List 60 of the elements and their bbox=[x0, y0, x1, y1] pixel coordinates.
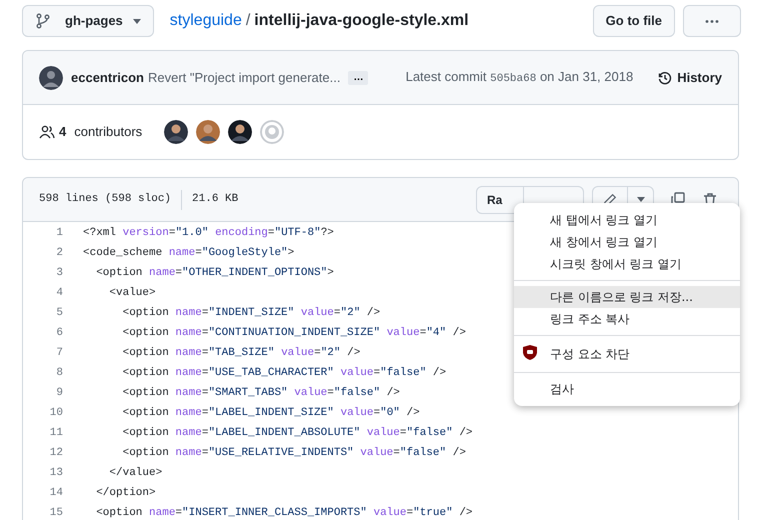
line-number: 6 bbox=[55, 326, 64, 341]
latest-commit-text: Latest commit 505ba68 on Jan 31, 2018 bbox=[406, 68, 634, 88]
code-line: <code_scheme name="GoogleStyle"> bbox=[83, 247, 294, 259]
branch-button[interactable]: gh-pages bbox=[22, 5, 154, 37]
file-size: 21.6 KB bbox=[192, 192, 238, 208]
code-line: <option name="OTHER_INDENT_OPTIONS"> bbox=[95, 267, 334, 279]
code-line: <?xml version="1.0" encoding="UTF-8"?> bbox=[83, 227, 334, 239]
line-number: 8 bbox=[55, 366, 64, 381]
author-avatar[interactable] bbox=[39, 66, 63, 90]
code-line: <option name="INDENT_SIZE" value="2" /> bbox=[122, 307, 380, 319]
contributor-avatar[interactable] bbox=[196, 120, 220, 144]
line-number: 5 bbox=[55, 306, 64, 321]
contributor-avatar[interactable] bbox=[164, 120, 188, 144]
code-line: <option name="USE_RELATIVE_INDENTS" value="false" /> bbox=[122, 447, 466, 459]
code-line: <value> bbox=[108, 287, 156, 299]
line-number: 13 bbox=[48, 466, 64, 481]
line-number: 12 bbox=[48, 446, 64, 461]
code-line: <option name="LABEL_INDENT_ABSOLUTE" value="false" /> bbox=[122, 427, 473, 439]
line-number: 10 bbox=[48, 406, 64, 421]
author-link[interactable]: eccentricon bbox=[71, 68, 144, 88]
caret-icon bbox=[132, 18, 141, 24]
code-line: </value> bbox=[108, 467, 162, 479]
menu-item[interactable]: 구성 요소 차단 bbox=[514, 341, 740, 367]
expand-message-button[interactable]: … bbox=[348, 70, 368, 84]
history-icon bbox=[657, 70, 674, 86]
code-line: <option name="SMART_TABS" value="false" /> bbox=[122, 387, 400, 399]
repo-link[interactable]: styleguide bbox=[170, 9, 242, 33]
line-number: 1 bbox=[55, 226, 64, 241]
line-number: 3 bbox=[55, 266, 64, 281]
menu-item[interactable]: 새 창에서 링크 열기 bbox=[514, 231, 740, 253]
line-number: 2 bbox=[55, 246, 64, 261]
code-line: <option name="INSERT_INNER_CLASS_IMPORTS" value="true" /> bbox=[95, 507, 473, 519]
people-icon bbox=[39, 124, 55, 140]
menu-item[interactable]: 링크 주소 복사 bbox=[514, 308, 740, 330]
line-count: 598 lines (598 sloc) bbox=[39, 192, 172, 208]
menu-item[interactable]: 다른 이름으로 링크 저장... bbox=[514, 286, 740, 308]
file-name: intellij-java-google-style.xml bbox=[254, 11, 469, 31]
raw-button[interactable]: Ra bbox=[476, 186, 524, 214]
line-number: 14 bbox=[48, 486, 64, 501]
menu-item[interactable]: 시크릿 창에서 링크 열기 bbox=[514, 253, 740, 275]
code-line: <option name="CONTINUATION_INDENT_SIZE" value="4" /> bbox=[122, 327, 466, 339]
code-line: <option name="LABEL_INDENT_SIZE" value="0" /> bbox=[122, 407, 420, 419]
line-number: 11 bbox=[48, 426, 64, 441]
history-button[interactable]: History bbox=[657, 68, 722, 88]
line-number: 15 bbox=[48, 506, 64, 520]
shield-icon bbox=[523, 345, 537, 360]
menu-item[interactable]: 검사 bbox=[514, 378, 740, 400]
path-separator: / bbox=[246, 11, 250, 31]
kebab-icon bbox=[705, 20, 719, 22]
branch-icon bbox=[35, 13, 51, 29]
line-number: 9 bbox=[55, 386, 64, 401]
go-to-file-button[interactable]: Go to file bbox=[592, 5, 675, 37]
code-line: </option> bbox=[95, 487, 156, 499]
line-number: 7 bbox=[55, 346, 64, 361]
commit-message: Revert "Project import generate... bbox=[148, 68, 340, 87]
code-line: <option name="TAB_SIZE" value="2" /> bbox=[122, 347, 360, 359]
contributors-link[interactable]: 4 contributors bbox=[39, 122, 142, 142]
contributor-avatar[interactable] bbox=[228, 120, 252, 144]
line-number: 4 bbox=[55, 286, 64, 301]
code-line: <option name="USE_TAB_CHARACTER" value="false" /> bbox=[122, 367, 446, 379]
